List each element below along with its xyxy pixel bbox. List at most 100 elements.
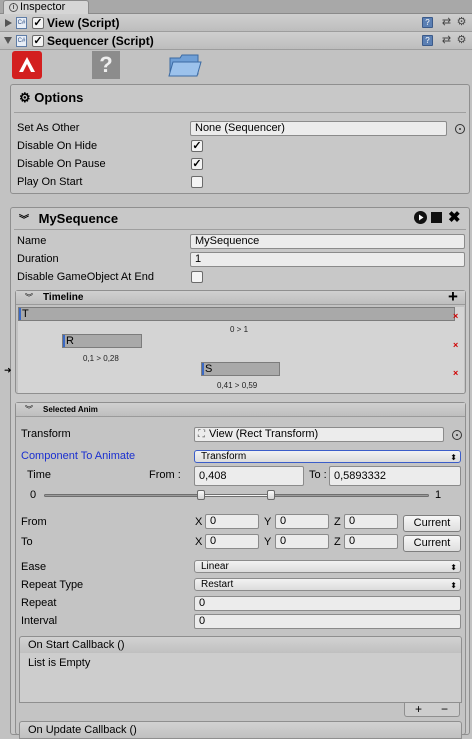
z-axis-label: Z bbox=[334, 536, 341, 548]
track-label: S bbox=[205, 363, 213, 375]
repeat-type-dropdown[interactable]: Restart ⬍ bbox=[194, 578, 461, 591]
tab-inspector[interactable]: i Inspector bbox=[3, 0, 89, 14]
disable-on-hide-checkbox[interactable]: ✓ bbox=[191, 140, 203, 152]
from-y-field[interactable]: 0 bbox=[275, 514, 329, 529]
slider-min-label: 0 bbox=[30, 489, 37, 501]
sequencer-component-header[interactable]: C# ✓ Sequencer (Script) ? ⇄ ⚙ bbox=[0, 32, 472, 50]
timeline-track-r[interactable]: R bbox=[62, 334, 142, 348]
repeat-type-label: Repeat Type bbox=[21, 579, 84, 591]
set-as-other-field[interactable]: None (Sequencer) bbox=[190, 121, 447, 136]
to-label: To bbox=[21, 536, 33, 548]
options-header[interactable]: ⚙ Options bbox=[19, 90, 83, 106]
fold-down-icon[interactable] bbox=[4, 37, 12, 44]
track-label: T bbox=[22, 308, 29, 320]
sequence-title: MySequence bbox=[38, 211, 119, 226]
from-current-button[interactable]: Current bbox=[403, 515, 461, 532]
to-z-field[interactable]: 0 bbox=[344, 534, 398, 549]
logo-icon[interactable] bbox=[12, 51, 42, 79]
disable-gameobject-label: Disable GameObject At End bbox=[17, 271, 154, 283]
to-current-button[interactable]: Current bbox=[403, 535, 461, 552]
y-axis-label: Y bbox=[264, 516, 272, 528]
from-time-field[interactable]: 0,408 bbox=[194, 466, 304, 486]
slider-to-handle[interactable] bbox=[266, 490, 275, 500]
play-icon[interactable] bbox=[414, 211, 427, 224]
from-time-label: From : bbox=[149, 469, 181, 481]
timeline-title: Timeline bbox=[43, 292, 84, 303]
x-axis-label: X bbox=[195, 516, 203, 528]
to-y-field[interactable]: 0 bbox=[275, 534, 329, 549]
from-x-field[interactable]: 0 bbox=[205, 514, 259, 529]
close-icon[interactable]: ✖ bbox=[448, 208, 461, 226]
presets-icon[interactable]: ⇄ bbox=[441, 35, 452, 46]
transform-label: Transform bbox=[21, 428, 71, 440]
add-callback-icon[interactable]: + bbox=[415, 702, 422, 716]
set-as-other-label: Set As Other bbox=[17, 122, 80, 134]
from-z-field[interactable]: 0 bbox=[344, 514, 398, 529]
timeline-header[interactable]: ︾ Timeline + bbox=[16, 287, 465, 306]
dropdown-arrow-icon: ⬍ bbox=[450, 563, 457, 572]
delete-track-icon[interactable]: × bbox=[453, 311, 458, 321]
view-enabled-checkbox[interactable]: ✓ bbox=[32, 17, 44, 29]
add-track-icon[interactable]: + bbox=[448, 287, 458, 307]
selected-anim-header[interactable]: ︾ Selected Anim bbox=[16, 403, 465, 417]
x-axis-label: X bbox=[195, 536, 203, 548]
transform-value: View (Rect Transform) bbox=[209, 428, 319, 440]
interval-label: Interval bbox=[21, 615, 58, 627]
to-time-label: To : bbox=[309, 469, 327, 481]
dropdown-value: Linear bbox=[201, 561, 229, 572]
folder-icon[interactable] bbox=[168, 52, 202, 78]
timeline-track-t[interactable]: T bbox=[18, 307, 455, 321]
time-label: Time bbox=[27, 469, 52, 481]
disable-on-pause-checkbox[interactable]: ✓ bbox=[191, 158, 203, 170]
object-picker-icon[interactable] bbox=[452, 430, 462, 440]
tab-label: Inspector bbox=[20, 1, 66, 13]
dropdown-arrow-icon: ⬍ bbox=[450, 453, 457, 462]
duration-field[interactable]: 1 bbox=[190, 252, 465, 267]
dropdown-value: Transform bbox=[201, 451, 247, 462]
play-on-start-checkbox[interactable] bbox=[191, 176, 203, 188]
component-dropdown[interactable]: Transform ⬍ bbox=[194, 450, 461, 463]
info-icon: i bbox=[9, 3, 18, 12]
help-document-icon[interactable]: ? bbox=[92, 51, 120, 79]
track-range: 0 > 1 bbox=[230, 325, 249, 334]
gear-icon[interactable]: ⚙ bbox=[456, 17, 467, 28]
on-update-callback-header: On Update Callback () bbox=[19, 721, 462, 739]
repeat-field[interactable]: 0 bbox=[194, 596, 461, 611]
track-range: 0,41 > 0,59 bbox=[217, 381, 258, 390]
help-icon[interactable]: ? bbox=[422, 17, 433, 28]
tab-bar: i Inspector bbox=[0, 0, 472, 14]
slider-max-label: 1 bbox=[435, 489, 442, 501]
view-component-header[interactable]: C# ✓ View (Script) ? ⇄ ⚙ bbox=[0, 14, 472, 32]
delete-track-icon[interactable]: × bbox=[453, 340, 458, 350]
gear-icon[interactable]: ⚙ bbox=[456, 35, 467, 46]
stop-icon[interactable] bbox=[431, 212, 442, 223]
track-range: 0,1 > 0,28 bbox=[83, 354, 119, 363]
transform-field[interactable]: ⛶ View (Rect Transform) bbox=[194, 427, 444, 442]
slider-from-handle[interactable] bbox=[197, 490, 206, 500]
to-x-field[interactable]: 0 bbox=[205, 534, 259, 549]
on-start-callback-title: On Start Callback () bbox=[28, 639, 125, 651]
to-time-field[interactable]: 0,5893332 bbox=[329, 466, 461, 486]
sequencer-component-title: Sequencer (Script) bbox=[47, 34, 154, 48]
on-update-callback-title: On Update Callback () bbox=[28, 724, 137, 736]
duration-label: Duration bbox=[17, 253, 59, 265]
sequencer-enabled-checkbox[interactable]: ✓ bbox=[32, 35, 44, 47]
remove-callback-icon[interactable]: − bbox=[441, 702, 448, 716]
repeat-label: Repeat bbox=[21, 597, 57, 609]
object-picker-icon[interactable] bbox=[455, 124, 465, 134]
selected-anim-title: Selected Anim bbox=[43, 405, 98, 414]
delete-track-icon[interactable]: × bbox=[453, 368, 458, 378]
rect-transform-icon: ⛶ bbox=[198, 429, 205, 440]
name-field[interactable]: MySequence bbox=[190, 234, 465, 249]
presets-icon[interactable]: ⇄ bbox=[441, 17, 452, 28]
dropdown-arrow-icon: ⬍ bbox=[450, 581, 457, 590]
interval-field[interactable]: 0 bbox=[194, 614, 461, 629]
ease-dropdown[interactable]: Linear ⬍ bbox=[194, 560, 461, 573]
play-on-start-label: Play On Start bbox=[17, 176, 83, 188]
script-icon: C# bbox=[16, 35, 27, 47]
fold-right-icon[interactable] bbox=[5, 19, 12, 27]
timeline-track-s[interactable]: S bbox=[201, 362, 280, 376]
disable-gameobject-checkbox[interactable] bbox=[191, 271, 203, 283]
sequence-header[interactable]: ︾ MySequence bbox=[19, 211, 118, 226]
help-icon[interactable]: ? bbox=[422, 35, 433, 46]
